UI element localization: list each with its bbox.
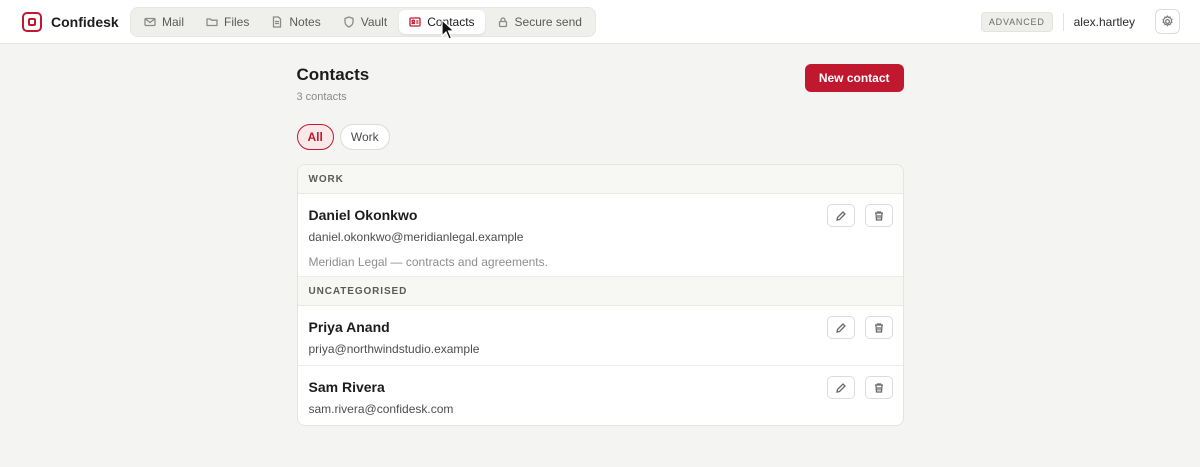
contact-list: WORK Daniel Okonkwo daniel.okonkwo@merid… — [296, 164, 904, 426]
tab-files-label: Files — [224, 14, 250, 29]
trash-icon — [874, 382, 883, 393]
edit-button[interactable] — [826, 204, 855, 227]
edit-button[interactable] — [826, 376, 855, 399]
tab-secure-send[interactable]: Secure send — [487, 10, 592, 34]
new-contact-button[interactable]: New contact — [804, 64, 904, 92]
topbar-right: ADVANCED alex.hartley — [980, 9, 1180, 34]
filter-chips: All Work — [296, 124, 904, 150]
lock-icon — [498, 16, 507, 27]
contact-card-icon — [409, 16, 421, 27]
gear-icon — [1162, 15, 1173, 27]
row-actions — [826, 316, 893, 339]
trash-icon — [874, 322, 883, 333]
contact-count: 3 contacts — [296, 91, 347, 103]
filter-work[interactable]: Work — [339, 124, 390, 150]
contact-email: priya@northwindstudio.example — [308, 342, 480, 356]
delete-button[interactable] — [864, 204, 893, 227]
plan-badge: ADVANCED — [980, 11, 1053, 32]
tab-notes-label: Notes — [289, 14, 321, 29]
tab-vault-label: Vault — [360, 14, 388, 29]
contact-note: Meridian Legal — contracts and agreement… — [308, 255, 548, 269]
mouse-cursor-icon — [441, 19, 455, 40]
edit-button[interactable] — [826, 316, 855, 339]
contact-row[interactable]: Sam Rivera sam.rivera@confidesk.com — [298, 366, 903, 425]
tab-notes[interactable]: Notes — [261, 10, 330, 34]
delete-button[interactable] — [864, 316, 893, 339]
settings-button[interactable] — [1155, 9, 1180, 34]
group-header-work: WORK — [297, 165, 903, 194]
app-name: Confidesk — [51, 13, 119, 30]
mail-icon — [144, 17, 156, 26]
row-actions — [826, 376, 893, 399]
contact-row[interactable]: Priya Anand priya@northwindstudio.exampl… — [297, 306, 903, 366]
username[interactable]: alex.hartley — [1074, 15, 1135, 29]
pencil-icon — [835, 210, 846, 221]
delete-button[interactable] — [864, 376, 893, 399]
contact-email: sam.rivera@confidesk.com — [308, 402, 454, 416]
filter-all[interactable]: All — [296, 124, 334, 150]
tab-mail[interactable]: Mail — [134, 10, 194, 34]
pencil-icon — [835, 382, 846, 393]
tab-files[interactable]: Files — [196, 10, 259, 34]
pencil-icon — [835, 322, 846, 333]
shield-icon — [344, 15, 354, 28]
confidesk-logo-icon — [22, 11, 42, 32]
group-header-uncategorised: UNCATEGORISED — [297, 277, 903, 306]
main-nav: Mail Files Notes Vault Contacts Secure s… — [130, 6, 596, 37]
brand[interactable]: Confidesk — [22, 11, 130, 32]
contacts-page: Contacts 3 contacts New contact All Work… — [296, 44, 904, 426]
contact-name: Sam Rivera — [308, 379, 385, 395]
folder-icon — [206, 17, 218, 26]
note-icon — [273, 15, 282, 28]
contact-email: daniel.okonkwo@meridianlegal.example — [308, 230, 524, 244]
top-bar: Confidesk Mail Files Notes Vault Contact… — [0, 0, 1200, 44]
tab-mail-label: Mail — [162, 14, 185, 29]
contact-row[interactable]: Daniel Okonkwo daniel.okonkwo@meridianle… — [297, 194, 903, 277]
tab-vault[interactable]: Vault — [333, 10, 397, 34]
contact-name: Daniel Okonkwo — [308, 207, 418, 223]
contact-name: Priya Anand — [308, 319, 390, 335]
trash-icon — [874, 210, 883, 221]
row-actions — [826, 204, 893, 227]
header-divider — [1062, 12, 1064, 31]
tab-secure-send-label: Secure send — [514, 14, 582, 29]
